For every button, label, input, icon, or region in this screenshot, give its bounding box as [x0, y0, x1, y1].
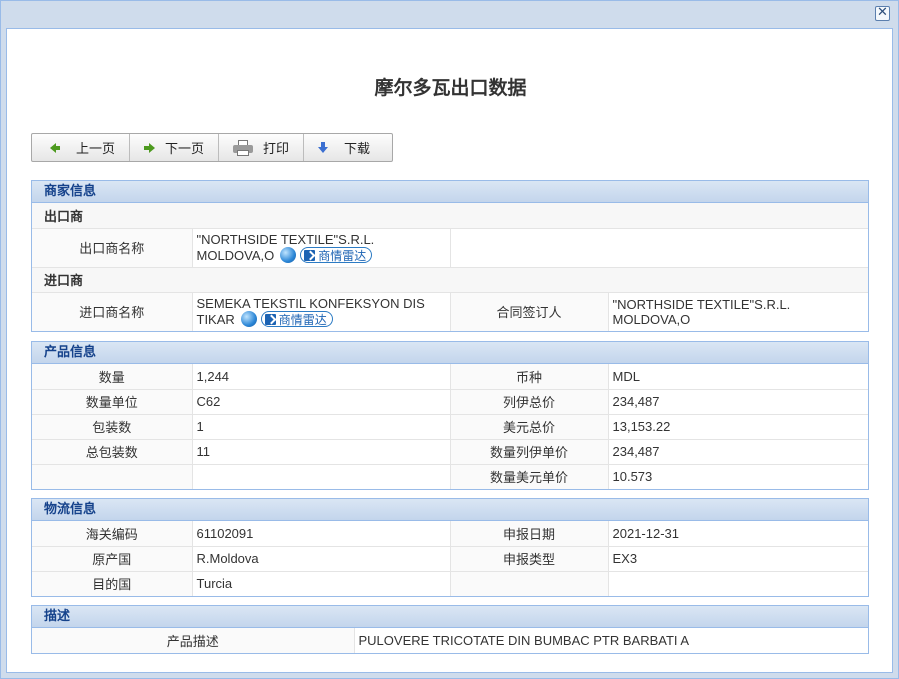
prev-page-button[interactable]: 上一页	[32, 134, 131, 161]
next-page-button[interactable]: 下一页	[130, 134, 220, 161]
product-value: 1,244	[192, 364, 451, 390]
dialog-titlebar: ✕	[1, 1, 898, 27]
print-label: 打印	[263, 142, 290, 157]
exporter-name-line1: "NORTHSIDE TEXTILE"S.R.L.	[196, 232, 375, 247]
logistics-value	[608, 571, 868, 596]
product-value: 234,487	[608, 439, 868, 465]
logistics-value: 61102091	[192, 521, 451, 547]
logistics-value: Turcia	[192, 571, 451, 596]
exporter-empty-cell	[450, 228, 868, 268]
logistics-label: 申报日期	[450, 521, 609, 547]
exporter-subheader: 出口商	[32, 203, 868, 229]
logistics-label: 原产国	[32, 546, 193, 572]
dialog-content: 摩尔多瓦出口数据 上一页 下一页 打印 下载 商家信息 出口商 出口商名称 "N…	[6, 28, 893, 673]
logistics-label: 申报类型	[450, 546, 609, 572]
radar-icon	[304, 249, 316, 261]
download-label: 下载	[344, 142, 371, 157]
product-value: 13,153.22	[608, 414, 868, 440]
contract-signer-line2: MOLDOVA,O	[612, 311, 691, 327]
product-label: 包装数	[32, 414, 193, 440]
logistics-label: 目的国	[32, 571, 193, 596]
contract-signer-label: 合同签订人	[450, 292, 609, 331]
contract-signer-value: "NORTHSIDE TEXTILE"S.R.L. MOLDOVA,O	[608, 292, 868, 331]
arrow-left-icon	[50, 142, 60, 153]
merchant-section-header: 商家信息	[32, 181, 868, 203]
printer-icon	[233, 139, 254, 156]
globe-icon[interactable]	[280, 247, 297, 263]
product-value: 234,487	[608, 389, 868, 415]
logistics-section-header: 物流信息	[32, 499, 868, 521]
globe-icon[interactable]	[240, 311, 257, 328]
logistics-section: 物流信息 海关编码 61102091 申报日期 2021-12-31 原产国 R…	[31, 498, 869, 597]
product-label: 总包装数	[32, 439, 193, 465]
exporter-name-value: "NORTHSIDE TEXTILE"S.R.L. MOLDOVA,O 商情雷达	[192, 228, 451, 268]
product-label: 数量单位	[32, 389, 193, 415]
product-section-header: 产品信息	[32, 342, 868, 364]
product-label: 美元总价	[450, 414, 609, 440]
next-page-label: 下一页	[165, 142, 205, 157]
logistics-value: 2021-12-31	[608, 521, 868, 547]
product-section: 产品信息 数量 1,244 币种 MDL 数量单位 C62 列伊总价 234,4…	[31, 341, 869, 490]
print-button[interactable]: 打印	[219, 134, 305, 161]
radar-label: 商情雷达	[278, 312, 327, 327]
logistics-value: EX3	[608, 546, 868, 572]
importer-radar-button[interactable]: 商情雷达	[260, 311, 333, 328]
download-icon	[318, 142, 329, 153]
arrow-right-icon	[144, 142, 156, 153]
download-button[interactable]: 下载	[304, 134, 392, 161]
product-value: 10.573	[612, 469, 653, 485]
dialog-window: ✕ 摩尔多瓦出口数据 上一页 下一页 打印 下载 商家信息 出口商 出口商名称 …	[0, 0, 899, 679]
merchant-section: 商家信息 出口商 出口商名称 "NORTHSIDE TEXTILE"S.R.L.…	[31, 180, 869, 332]
exporter-name-label: 出口商名称	[32, 228, 193, 268]
description-label: 产品描述	[32, 628, 355, 653]
importer-name-label: 进口商名称	[32, 292, 193, 331]
product-value	[192, 464, 451, 489]
close-button[interactable]: ✕	[875, 6, 890, 21]
contract-signer-line1: "NORTHSIDE TEXTILE"S.R.L.	[612, 296, 791, 312]
radar-label: 商情雷达	[318, 248, 367, 263]
product-value: 11	[192, 439, 451, 465]
logistics-label: 海关编码	[32, 521, 193, 547]
importer-name-value: SEMEKA TEKSTIL KONFEKSYON DIS TIKAR 商情雷达	[192, 292, 451, 331]
description-section-header: 描述	[32, 606, 868, 628]
description-section: 描述 产品描述 PULOVERE TRICOTATE DIN BUMBAC PT…	[31, 605, 869, 654]
description-value: PULOVERE TRICOTATE DIN BUMBAC PTR BARBAT…	[358, 633, 690, 648]
exporter-name-line2: MOLDOVA,O	[196, 247, 275, 263]
radar-icon	[264, 313, 276, 325]
product-label: 数量列伊单价	[450, 439, 609, 465]
product-label: 数量	[32, 364, 193, 390]
product-value: 1	[192, 414, 451, 440]
logistics-value: R.Moldova	[192, 546, 451, 572]
prev-page-label: 上一页	[76, 142, 116, 157]
product-label: 币种	[450, 364, 609, 390]
logistics-label	[450, 571, 609, 596]
product-value: C62	[192, 389, 451, 415]
product-value: MDL	[608, 364, 868, 390]
toolbar: 上一页 下一页 打印 下载	[31, 133, 394, 162]
product-label: 数量美元单价	[450, 464, 609, 489]
importer-subheader: 进口商	[32, 267, 868, 293]
product-label	[32, 464, 193, 489]
page-title: 摩尔多瓦出口数据	[374, 77, 527, 99]
importer-name-line2: TIKAR	[196, 311, 235, 327]
product-label: 列伊总价	[450, 389, 609, 415]
importer-name-line1: SEMEKA TEKSTIL KONFEKSYON DIS	[196, 296, 425, 312]
exporter-radar-button[interactable]: 商情雷达	[300, 247, 373, 263]
